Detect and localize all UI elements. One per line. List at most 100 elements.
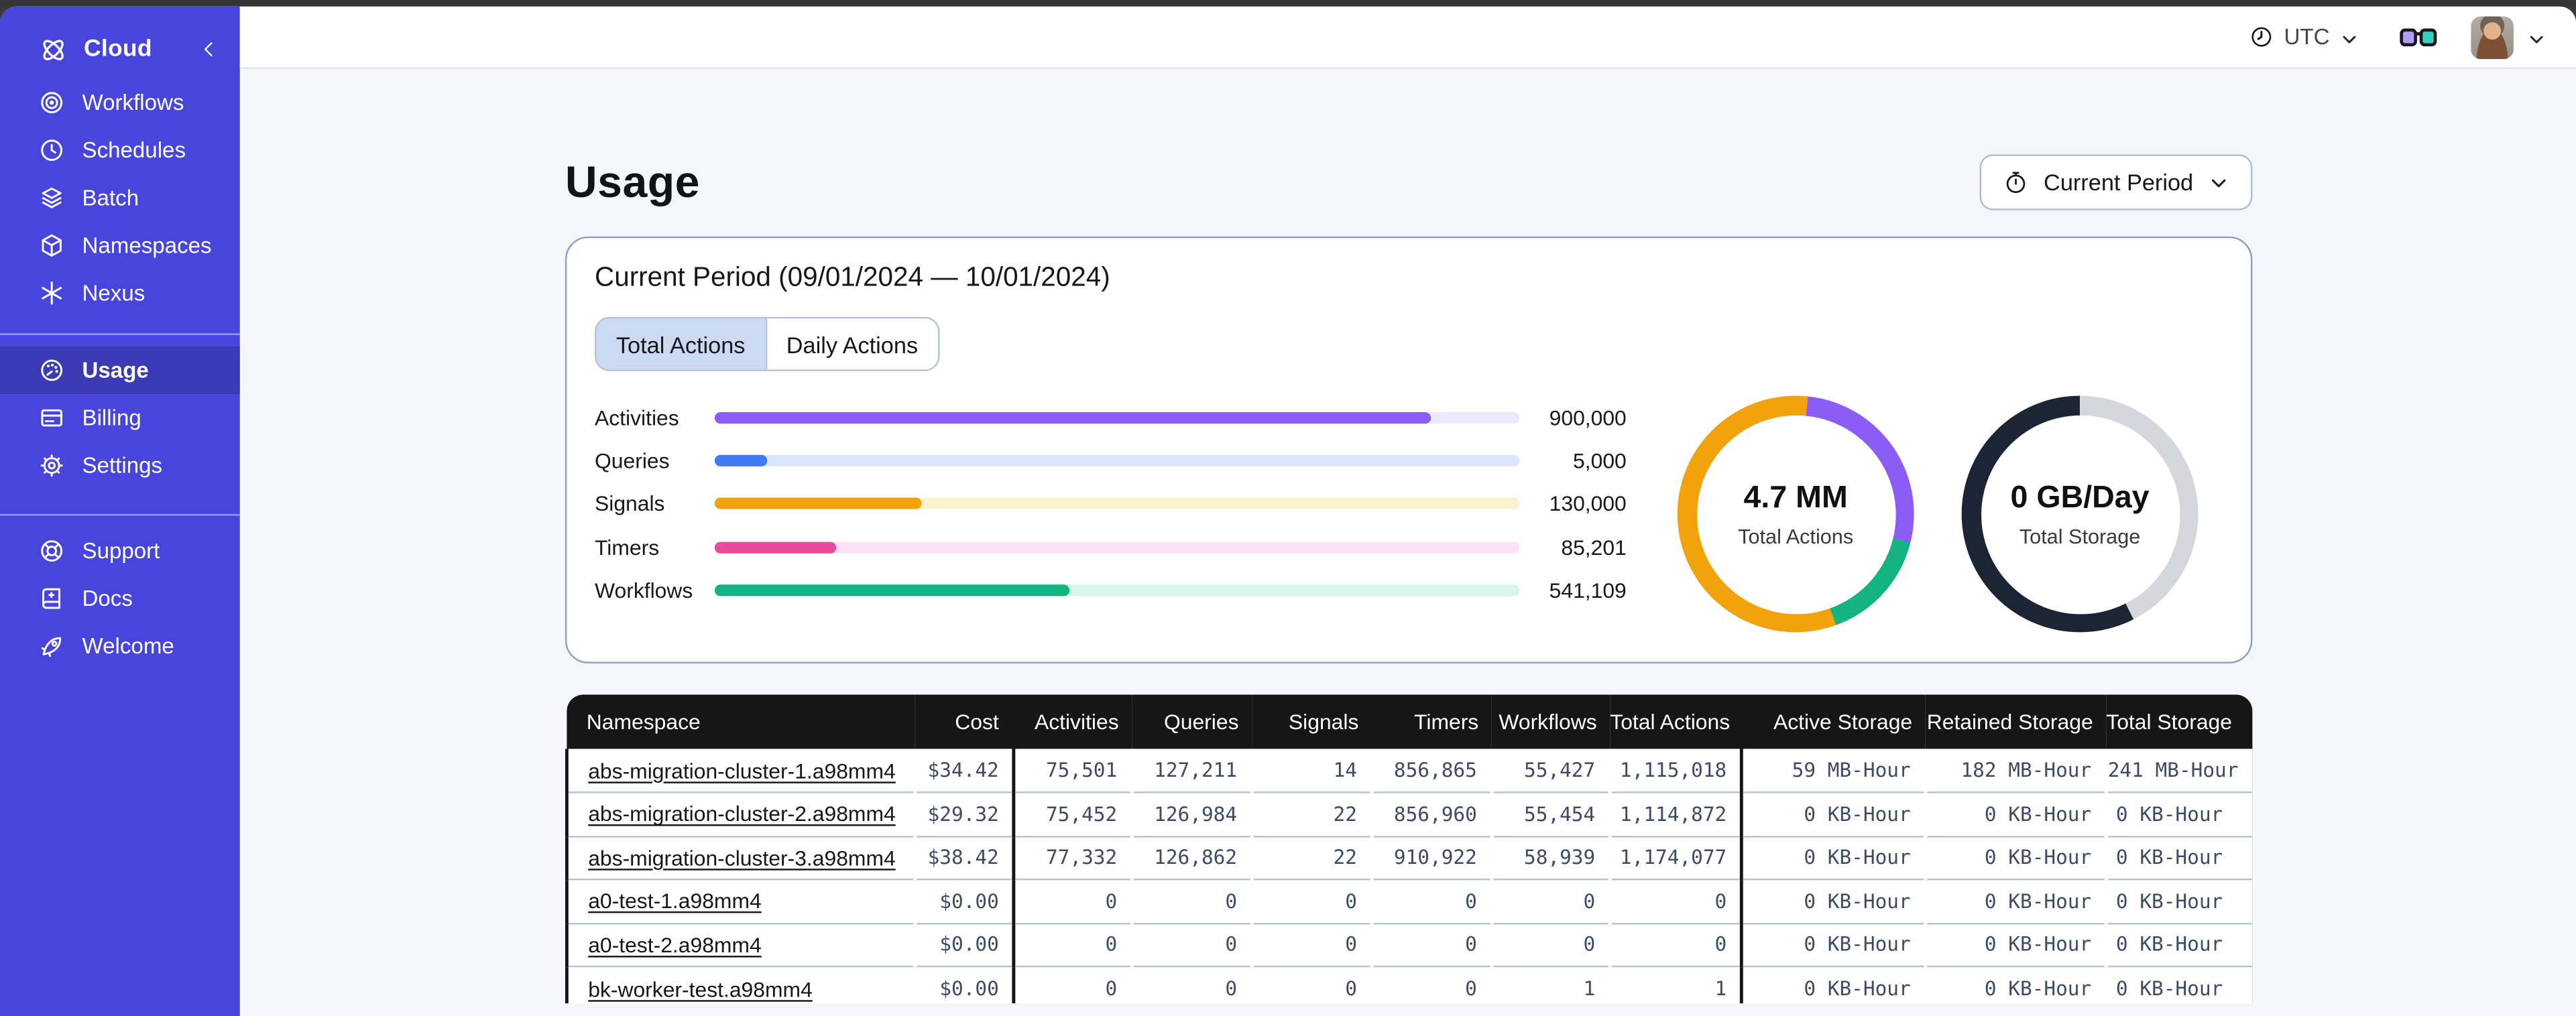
- cell-queries: 0: [1132, 878, 1252, 924]
- account-chevron-down-icon[interactable]: [2527, 27, 2546, 46]
- cell-signals: 0: [1252, 922, 1372, 967]
- cell-timers: 0: [1372, 965, 1492, 1004]
- avatar[interactable]: [2471, 15, 2514, 58]
- sidebar-item-label: Batch: [82, 185, 139, 210]
- column-header-total-actions: Total Actions: [1610, 694, 1742, 749]
- table-row: a0-test-1.a98mm4 $0.00 0 0 0 0 0 0 0 KB-Hour 0 KB…: [565, 878, 2253, 924]
- temporal-logo-icon: [38, 34, 69, 65]
- column-header-retained-storage: Retained Storage: [1925, 694, 2107, 749]
- tab-total-actions[interactable]: Total Actions: [596, 318, 765, 370]
- timezone-selector[interactable]: UTC: [2249, 25, 2359, 50]
- sidebar-item-label: Docs: [82, 586, 133, 611]
- cell-activities: 75,452: [1012, 791, 1132, 836]
- cell-signals: 22: [1252, 835, 1372, 880]
- namespace-link[interactable]: a0-test-2.a98mm4: [588, 932, 762, 957]
- desktop-strip: [0, 0, 2576, 7]
- bar-value: 900,000: [1549, 405, 1627, 430]
- sidebar-item-workflows[interactable]: Workflows: [0, 79, 240, 127]
- sidebar: Cloud Workflows Schedules Batch Namespaces N…: [0, 6, 240, 1016]
- cell-active-storage: 59 MB-Hour: [1739, 749, 1926, 793]
- tab-daily-actions[interactable]: Daily Actions: [764, 318, 938, 370]
- period-card-title: Current Period (09/01/2024 — 10/01/2024): [595, 263, 1110, 293]
- sidebar-item-batch[interactable]: Batch: [0, 174, 240, 222]
- namespace-link[interactable]: abs-migration-cluster-1.a98mm4: [588, 758, 896, 783]
- bar-track: [714, 411, 1520, 424]
- bar-fill: [714, 411, 1431, 424]
- sidebar-item-label: Namespaces: [82, 233, 212, 258]
- sidebar-item-welcome[interactable]: Welcome: [0, 623, 240, 670]
- sidebar-item-docs[interactable]: Docs: [0, 575, 240, 623]
- docs-icon: [38, 584, 66, 613]
- bar-value: 85,201: [1561, 534, 1627, 560]
- bar-fill: [714, 584, 1069, 596]
- sidebar-item-label: Schedules: [82, 137, 186, 163]
- sidebar-item-label: Usage: [82, 358, 149, 383]
- billing-icon: [38, 404, 66, 432]
- period-selector-button[interactable]: Current Period: [1979, 154, 2253, 210]
- sidebar-item-schedules[interactable]: Schedules: [0, 127, 240, 174]
- namespace-cell: abs-migration-cluster-1.a98mm4: [565, 749, 915, 793]
- cell-timers: 856,865: [1393, 759, 1477, 782]
- cell-timers: 0: [1372, 922, 1492, 967]
- cell-activities: 0: [1012, 965, 1132, 1004]
- bar-row-timers: Timers 85,201: [595, 525, 1627, 568]
- total-actions-label: Total Actions: [1738, 524, 1854, 548]
- namespaces-icon: [38, 231, 66, 259]
- sidebar-divider: [0, 333, 240, 335]
- sidebar-item-support[interactable]: Support: [0, 527, 240, 575]
- cell-activities: 0: [1012, 878, 1132, 924]
- cell-queries: 126,862: [1132, 835, 1252, 880]
- bar-track: [714, 541, 1520, 553]
- bar-value: 541,109: [1549, 578, 1627, 602]
- bar-row-queries: Queries 5,000: [595, 439, 1627, 482]
- namespace-cell: a0-test-2.a98mm4: [565, 922, 915, 967]
- sidebar-divider: [0, 513, 240, 516]
- cell-total-storage: 0 KB-Hour: [2106, 835, 2253, 880]
- cell-workflows: 0: [1491, 878, 1611, 924]
- cell-cost: $38.42: [915, 835, 1014, 880]
- bar-track: [714, 584, 1520, 596]
- nexus-icon: [38, 279, 66, 308]
- cell-timers: 0: [1372, 878, 1492, 924]
- sidebar-item-usage[interactable]: Usage: [0, 346, 240, 395]
- cell-timers: 910,922: [1372, 835, 1492, 880]
- sidebar-collapse-icon[interactable]: [197, 38, 220, 60]
- namespace-link[interactable]: abs-migration-cluster-3.a98mm4: [588, 845, 896, 870]
- namespace-link[interactable]: bk-worker-test.a98mm4: [588, 976, 813, 1001]
- bar-label: Signals: [595, 491, 665, 516]
- sidebar-item-namespaces[interactable]: Namespaces: [0, 222, 240, 269]
- glasses-icon[interactable]: [2398, 22, 2438, 52]
- cell-retained-storage: 182 MB-Hour: [1960, 759, 2092, 782]
- namespace-link[interactable]: abs-migration-cluster-2.a98mm4: [588, 802, 896, 826]
- cell-signals: 14: [1333, 759, 1357, 782]
- sidebar-item-billing[interactable]: Billing: [0, 394, 240, 442]
- cell-cost: $0.00: [915, 878, 1014, 924]
- namespace-link[interactable]: a0-test-1.a98mm4: [588, 889, 762, 913]
- table-row: bk-worker-test.a98mm4 $0.00 0 0 0 0 1 1 0 KB-Hou…: [565, 965, 2253, 1004]
- usage-bar-chart: Activities 900,000 Queries 5,000 Signals 130,…: [595, 396, 1627, 612]
- column-header-workflows: Workflows: [1491, 694, 1611, 749]
- brand-row[interactable]: Cloud: [0, 19, 240, 78]
- column-header-namespace: Namespace: [567, 694, 915, 749]
- bar-label: Queries: [595, 448, 670, 473]
- bar-value: 5,000: [1573, 448, 1627, 473]
- cell-signals: 0: [1252, 965, 1372, 1004]
- cell-workflows: 0: [1491, 922, 1611, 967]
- sidebar-item-nexus[interactable]: Nexus: [0, 269, 240, 317]
- bar-fill: [714, 498, 923, 510]
- cell-total-storage: 0 KB-Hour: [2106, 878, 2253, 924]
- bar-fill: [714, 541, 837, 553]
- total-actions-donut: 4.7 MM Total Actions: [1677, 395, 1914, 633]
- period-selector-label: Current Period: [2044, 169, 2194, 196]
- table-row: abs-migration-cluster-1.a98mm4 $34.42 75,5…: [565, 749, 2253, 793]
- batch-icon: [38, 184, 66, 212]
- cell-total-actions: 0: [1610, 922, 1742, 967]
- bar-track: [714, 498, 1520, 510]
- cell-activities: 75,501: [1012, 749, 1132, 793]
- cell-cost: $0.00: [915, 922, 1014, 967]
- topbar: UTC: [239, 6, 2576, 69]
- cell-activities: 77,332: [1012, 835, 1132, 880]
- namespace-cell: abs-migration-cluster-3.a98mm4: [565, 835, 915, 880]
- sidebar-item-settings[interactable]: Settings: [0, 442, 240, 489]
- column-header-cost: Cost: [915, 694, 1014, 749]
